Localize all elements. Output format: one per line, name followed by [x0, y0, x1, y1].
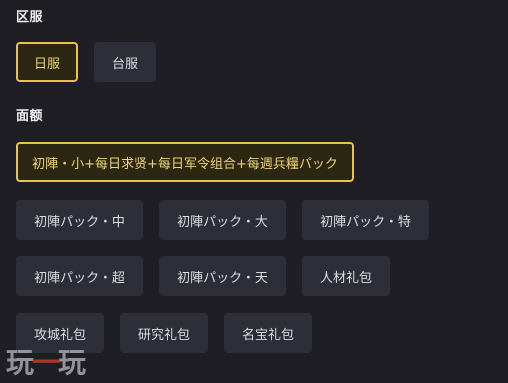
server-option-jp[interactable]: 日服: [16, 42, 78, 82]
amount-option-pack-large[interactable]: 初陣パック・大: [159, 200, 286, 240]
amount-option-pack-special[interactable]: 初陣パック・特: [302, 200, 429, 240]
server-section-title: 区服: [16, 10, 44, 25]
amount-option-talent-gift[interactable]: 人材礼包: [302, 256, 390, 296]
amount-option-treasure-gift[interactable]: 名宝礼包: [224, 313, 312, 353]
amount-option-pack-heaven[interactable]: 初陣パック・天: [159, 256, 286, 296]
amount-option-pack-super[interactable]: 初陣パック・超: [16, 256, 143, 296]
watermark-char-2: 一: [32, 346, 60, 379]
amount-option-research-gift[interactable]: 研究礼包: [120, 313, 208, 353]
watermark-char-3: 玩: [58, 346, 86, 379]
amount-section-title: 面额: [16, 109, 44, 124]
site-watermark-logo: 玩 一 玩: [6, 343, 86, 379]
watermark-char-1: 玩: [6, 346, 34, 379]
amount-option-pack-medium[interactable]: 初陣パック・中: [16, 200, 143, 240]
amount-option-combo[interactable]: 初陣・小+每日求贤+每日军令组合+每週兵糧パック: [16, 142, 354, 182]
server-option-tw[interactable]: 台服: [94, 42, 156, 82]
